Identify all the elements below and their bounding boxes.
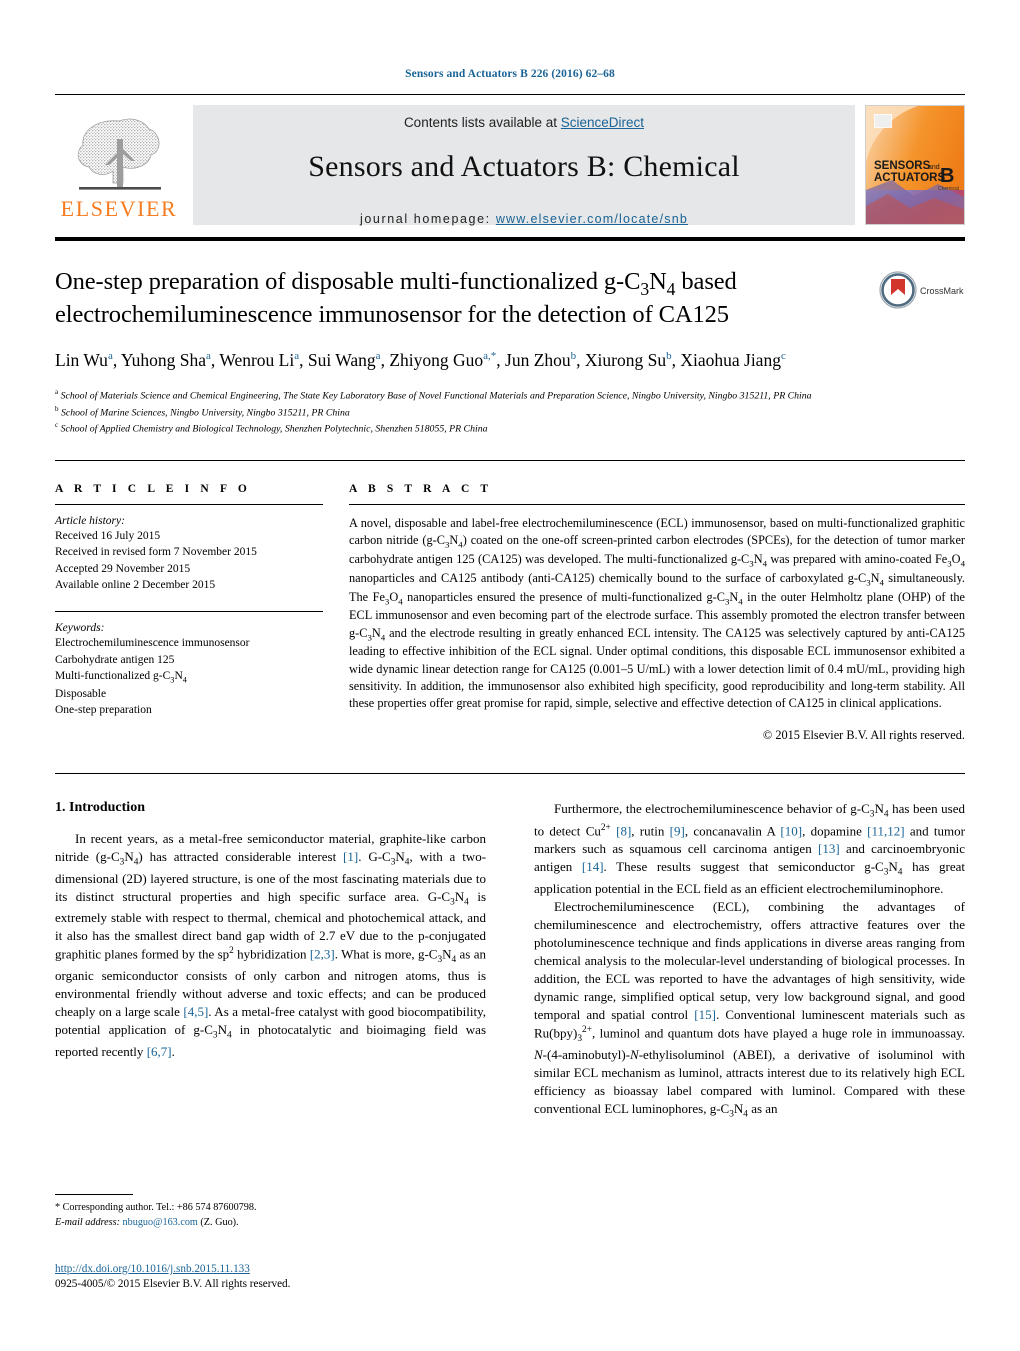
journal-cover-thumbnail: SENSORS and ACTUATORS B Chemical [865,105,965,225]
article-info-rule [55,503,323,505]
history-revised: Received in revised form 7 November 2015 [55,546,257,559]
journal-masthead: ELSEVIER Contents lists available at Sci… [55,105,965,226]
history-accepted: Accepted 29 November 2015 [55,562,191,575]
cover-letter: B [940,165,954,187]
contents-prefix: Contents lists available at [403,115,561,130]
email-label: E-mail address: [55,1217,120,1229]
keyword-item: Disposable [55,687,107,700]
cover-line-1: SENSORS [874,160,931,172]
body-paragraph: In recent years, as a metal-free semicon… [55,831,487,1059]
cover-sub: Chemical [938,186,959,192]
pre-abstract-rule [55,459,965,461]
contents-lists-line: Contents lists available at ScienceDirec… [404,115,644,130]
email-owner: (Z. Guo). [200,1217,239,1229]
masthead-bottom-rule [55,237,965,241]
body-columns: 1. Introduction In recent years, as a me… [55,800,965,1121]
copyright-line: © 2015 Elsevier B.V. All rights reserved… [762,728,965,743]
corresponding-author-note: * Corresponding author. Tel.: +86 574 87… [55,1202,257,1214]
journal-homepage-link[interactable]: www.elsevier.com/locate/snb [496,212,688,226]
crossmark-badge[interactable]: CrossMark [879,267,965,331]
cover-and: and [928,164,940,171]
journal-homepage-line: journal homepage: www.elsevier.com/locat… [360,212,688,226]
abstract-text: A novel, disposable and label-free elect… [349,515,965,711]
history-received: Received 16 July 2015 [55,529,161,542]
issn-copyright-line: 0925-4005/© 2015 Elsevier B.V. All right… [55,1278,291,1291]
keywords-rule [55,611,323,613]
abstract-heading: A B S T R A C T [349,482,493,495]
keyword-item: Electrochemiluminescence immunosensor [55,637,250,650]
article-history-label: Article history: [55,514,125,527]
keyword-item: One-step preparation [55,704,152,717]
footnote-block: * Corresponding author. Tel.: +86 574 87… [55,1194,487,1231]
svg-text:CrossMark: CrossMark [920,286,964,296]
keyword-item: Carbohydrate antigen 125 [55,653,175,666]
doi-link[interactable]: http://dx.doi.org/10.1016/j.snb.2015.11.… [55,1263,250,1275]
author-list: Lin Wua, Yuhong Shaa, Wenrou Lia, Sui Wa… [55,349,786,370]
article-info-heading: A R T I C L E I N F O [55,482,251,495]
footnote-rule [55,1194,133,1196]
abstract-rule [349,503,965,505]
section-heading-introduction: 1. Introduction [55,800,145,816]
body-column-right: Furthermore, the electrochemiluminescenc… [510,800,965,1121]
sciencedirect-link[interactable]: ScienceDirect [561,115,644,130]
affiliations: a School of Materials Science and Chemic… [55,388,812,434]
body-paragraph: Furthermore, the electrochemiluminescenc… [534,801,966,896]
page-title: One-step preparation of disposable multi… [55,268,737,329]
elsevier-tree-icon [71,109,167,197]
info-abstract-region: A R T I C L E I N F O Article history: R… [55,483,965,743]
title-text-wrap: One-step preparation of disposable multi… [55,267,879,331]
journal-band: Contents lists available at ScienceDirec… [193,105,855,226]
keywords-block: Keywords: Electrochemiluminescence immun… [55,611,323,718]
email-link[interactable]: nbuguo@163.com [123,1217,198,1228]
elsevier-logo: ELSEVIER [55,105,183,225]
cover-line-2: ACTUATORS [874,172,945,184]
running-head: Sensors and Actuators B 226 (2016) 62–68 [405,68,615,80]
post-abstract-rule [55,773,965,775]
header-rule [55,94,965,95]
title-block: One-step preparation of disposable multi… [55,267,965,331]
abstract-column: A B S T R A C T A novel, disposable and … [349,483,965,743]
colophon-block: http://dx.doi.org/10.1016/j.snb.2015.11.… [55,1259,515,1293]
body-paragraph: Electrochemiluminescence (ECL), combinin… [534,898,966,1120]
journal-article-page: Sensors and Actuators B 226 (2016) 62–68 [0,0,1020,1351]
keywords-label: Keywords: [55,622,105,635]
history-online: Available online 2 December 2015 [55,578,216,591]
homepage-label: journal homepage: [359,212,491,226]
article-info-column: A R T I C L E I N F O Article history: R… [55,483,349,743]
body-column-left: 1. Introduction In recent years, as a me… [55,800,510,1121]
elsevier-wordmark: ELSEVIER [60,196,178,221]
journal-title: Sensors and Actuators B: Chemical [308,150,740,183]
email-note: E-mail address: nbuguo@163.com (Z. Guo). [55,1216,487,1231]
keyword-item: Multi-functionalized g-C3N4 [55,669,187,685]
